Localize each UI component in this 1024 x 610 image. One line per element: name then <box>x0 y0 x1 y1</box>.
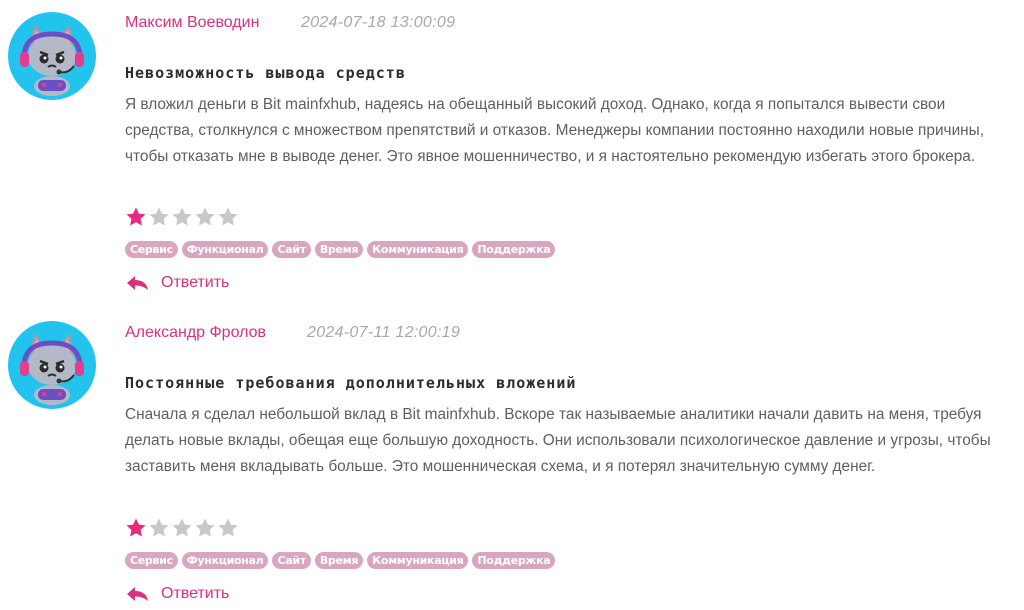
star-empty-icon <box>218 207 238 226</box>
star-empty-icon <box>218 518 238 537</box>
avatar <box>8 321 96 409</box>
star-filled-icon <box>126 207 146 226</box>
reply-label: Ответить <box>161 274 230 291</box>
reply-arrow-icon <box>127 587 148 601</box>
tag-list: Сервис Функционал Сайт Время Коммуникация Под… <box>125 552 556 569</box>
cat-gamer-icon <box>20 24 84 96</box>
tag-badge: Коммуникация <box>367 241 469 258</box>
tag-badge: Время <box>314 241 364 258</box>
tag-badge: Поддержка <box>472 241 556 258</box>
star-empty-icon <box>149 207 169 226</box>
review-date: 2024-07-18 13:00:09 <box>301 14 456 31</box>
review-title: Невозможность вывода средств <box>125 64 406 82</box>
tag-badge: Сайт <box>272 241 311 258</box>
reply-button[interactable]: Ответить <box>125 274 229 292</box>
star-empty-icon <box>195 518 215 537</box>
reply-label: Ответить <box>161 585 230 602</box>
review-title: Постоянные требования дополнительных вло… <box>125 374 577 392</box>
tag-badge: Коммуникация <box>367 552 469 569</box>
review-text: Сначала я сделал небольшой вклад в Bit m… <box>125 406 991 475</box>
tag-badge: Сайт <box>272 552 311 569</box>
tag-badge: Сервис <box>125 241 178 258</box>
star-rating <box>125 517 239 539</box>
tag-badge: Функционал <box>181 552 269 569</box>
star-empty-icon <box>195 207 215 226</box>
cat-gamer-icon <box>20 333 84 405</box>
star-filled-icon <box>126 518 146 537</box>
tag-badge: Сервис <box>125 552 178 569</box>
star-empty-icon <box>172 518 192 537</box>
reply-arrow-icon <box>127 276 148 290</box>
author-name[interactable]: Максим Воеводин <box>125 14 259 32</box>
star-empty-icon <box>172 207 192 226</box>
tag-list: Сервис Функционал Сайт Время Коммуникация Под… <box>125 241 556 258</box>
tag-badge: Время <box>314 552 364 569</box>
reply-button[interactable]: Ответить <box>125 585 229 603</box>
tag-badge: Функционал <box>181 241 269 258</box>
author-name[interactable]: Александр Фролов <box>125 324 266 342</box>
avatar <box>8 12 96 100</box>
tag-badge: Поддержка <box>472 552 556 569</box>
review-text: Я вложил деньги в Bit mainfxhub, надеясь… <box>125 96 985 165</box>
review-date: 2024-07-11 12:00:19 <box>307 324 461 341</box>
star-empty-icon <box>149 518 169 537</box>
star-rating <box>125 206 239 228</box>
